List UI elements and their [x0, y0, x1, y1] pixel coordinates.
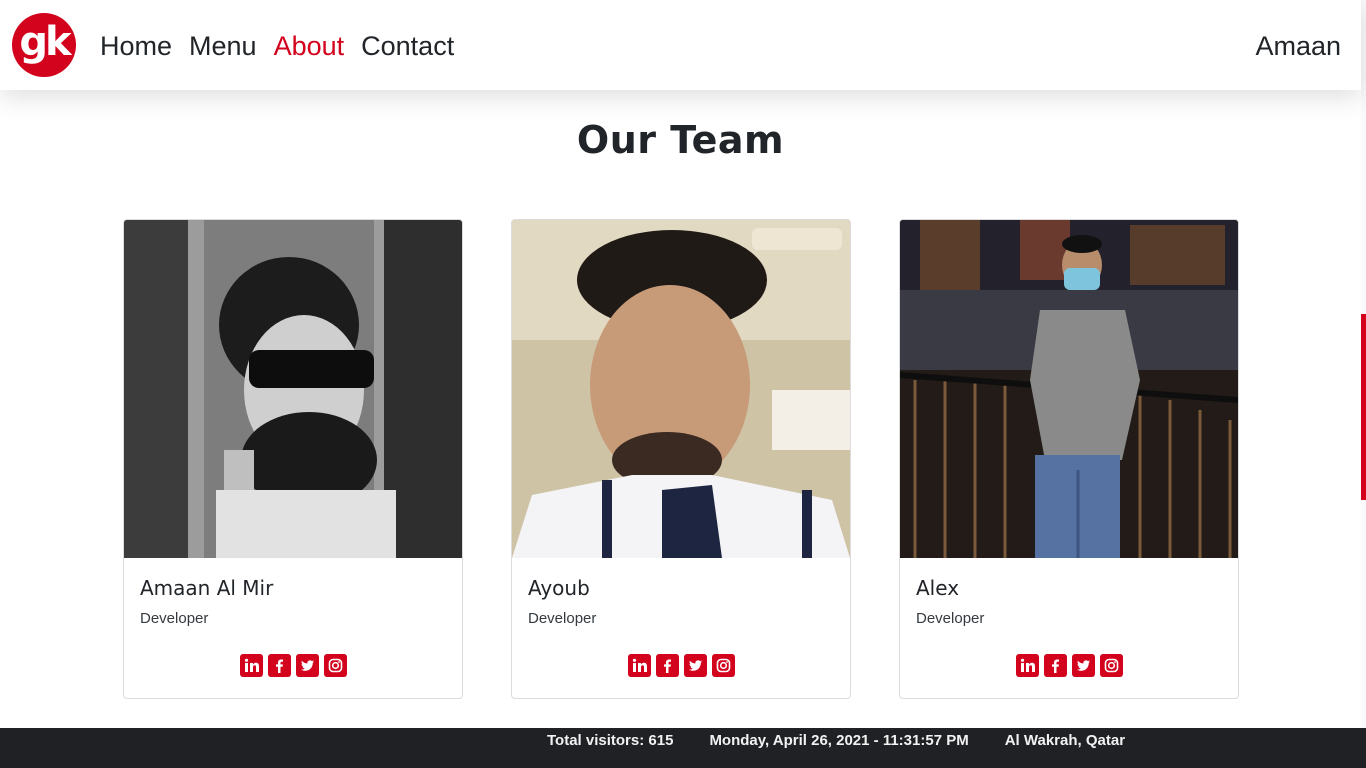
- twitter-icon[interactable]: [683, 654, 707, 677]
- member-name: Amaan Al Mir: [140, 576, 274, 600]
- social-links: [124, 654, 462, 677]
- team-card: Ayoub Developer: [511, 219, 851, 699]
- member-photo: [900, 220, 1238, 558]
- team-card: Alex Developer: [899, 219, 1239, 699]
- logo-text: gk: [19, 19, 71, 65]
- instagram-icon[interactable]: [323, 654, 347, 677]
- member-name: Ayoub: [528, 576, 590, 600]
- nav-link-menu[interactable]: Menu: [189, 28, 257, 64]
- linkedin-icon[interactable]: [1015, 654, 1039, 677]
- user-menu-link[interactable]: Amaan: [1255, 28, 1341, 64]
- instagram-icon[interactable]: [711, 654, 735, 677]
- page-title: Our Team: [576, 118, 785, 162]
- twitter-icon[interactable]: [295, 654, 319, 677]
- navbar: gk Home Menu About Contact Amaan: [0, 0, 1361, 90]
- member-photo: [124, 220, 462, 558]
- scrollbar-thumb[interactable]: [1361, 314, 1366, 500]
- social-links: [900, 654, 1238, 677]
- current-datetime: Monday, April 26, 2021 - 11:31:57 PM: [709, 732, 969, 749]
- member-role: Developer: [916, 610, 985, 627]
- footer-info: Total visitors: 615 Monday, April 26, 20…: [547, 732, 1161, 749]
- nav-links: Home Menu About Contact: [100, 28, 471, 64]
- page: gk Home Menu About Contact Amaan Our Tea…: [0, 0, 1366, 768]
- linkedin-icon[interactable]: [239, 654, 263, 677]
- facebook-icon[interactable]: [1043, 654, 1067, 677]
- linkedin-icon[interactable]: [627, 654, 651, 677]
- visitor-count: Total visitors: 615: [547, 732, 674, 749]
- facebook-icon[interactable]: [267, 654, 291, 677]
- brand-logo[interactable]: gk: [12, 13, 76, 77]
- nav-link-contact[interactable]: Contact: [361, 28, 454, 64]
- location: Al Wakrah, Qatar: [1004, 732, 1126, 749]
- footer: Total visitors: 615 Monday, April 26, 20…: [0, 728, 1366, 768]
- member-name: Alex: [916, 576, 960, 600]
- member-role: Developer: [140, 610, 209, 627]
- scrollbar[interactable]: [1361, 0, 1366, 728]
- nav-link-home[interactable]: Home: [100, 28, 172, 64]
- instagram-icon[interactable]: [1099, 654, 1123, 677]
- content-area: gk Home Menu About Contact Amaan Our Tea…: [0, 0, 1361, 728]
- member-photo: [512, 220, 850, 558]
- member-role: Developer: [528, 610, 597, 627]
- facebook-icon[interactable]: [655, 654, 679, 677]
- twitter-icon[interactable]: [1071, 654, 1095, 677]
- social-links: [512, 654, 850, 677]
- team-card: Amaan Al Mir Developer: [123, 219, 463, 699]
- nav-link-about[interactable]: About: [274, 28, 345, 64]
